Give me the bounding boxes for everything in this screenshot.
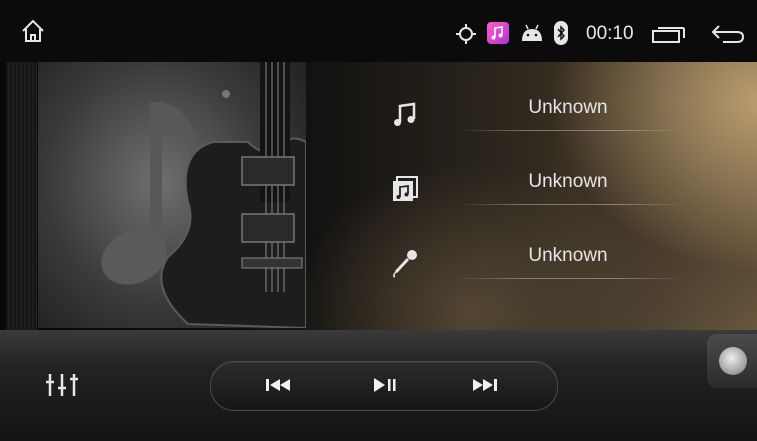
music-note-icon (394, 102, 416, 126)
album-icon (393, 176, 418, 201)
equalizer-icon[interactable] (44, 372, 84, 398)
artist-row: Unknown (380, 234, 700, 294)
status-bar: 00:10 (0, 0, 757, 62)
guitar-graphic (160, 62, 306, 328)
previous-icon[interactable] (261, 372, 297, 398)
divider (456, 130, 686, 131)
album-name: Unknown (528, 171, 608, 192)
playback-bar (0, 330, 757, 441)
track-title: Unknown (528, 97, 608, 118)
next-icon[interactable] (466, 372, 502, 398)
back-icon[interactable] (711, 24, 745, 44)
divider (456, 204, 686, 205)
album-row: Unknown (380, 160, 700, 220)
divider (456, 278, 686, 279)
now-playing-panel: Unknown Unknown Unknown (0, 62, 757, 330)
assistive-dot-icon (719, 347, 747, 375)
clock: 00:10 (586, 23, 634, 44)
play-pause-icon[interactable] (366, 372, 402, 398)
title-row: Unknown (380, 86, 700, 146)
artist-name: Unknown (528, 245, 608, 266)
panel-edge (6, 62, 37, 330)
bluetooth-icon (554, 21, 568, 45)
transport-controls (210, 361, 558, 411)
microphone-icon (392, 250, 417, 278)
gps-icon (456, 24, 476, 44)
music-app-icon[interactable] (487, 22, 509, 44)
home-icon[interactable] (20, 18, 46, 44)
android-icon (522, 24, 542, 41)
floating-assistant-button[interactable] (707, 334, 757, 388)
recents-icon[interactable] (652, 27, 686, 43)
album-art (38, 62, 306, 328)
